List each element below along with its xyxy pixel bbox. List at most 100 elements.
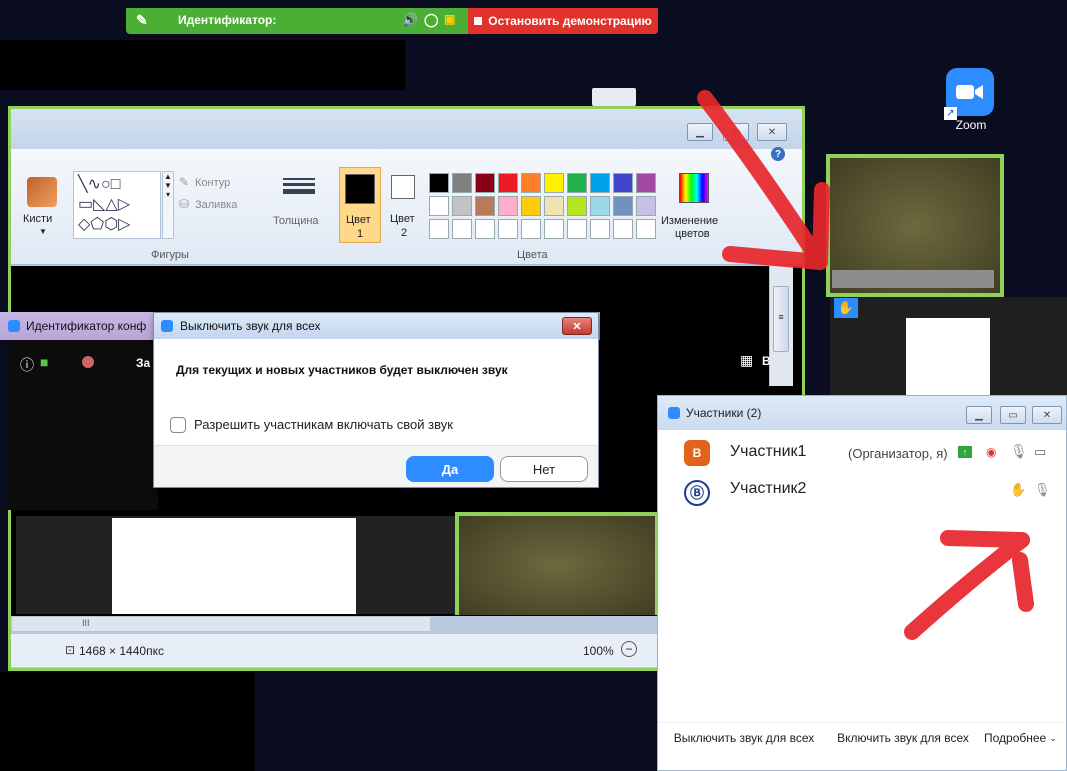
close-button[interactable]: ✕ [757,123,787,141]
horizontal-scrollbar[interactable]: III [11,616,431,632]
paint-ribbon: Кисти ▼ ╲∿○□ ▭◺△▷ ◇⬠⬡▷ ▲ ▼ ▾ ✎ Контур ⛁ За… [11,149,802,265]
outline-button[interactable]: Контур [195,177,230,189]
color1-button[interactable]: Цвет 1 [339,167,381,243]
palette-swatch[interactable] [452,173,472,193]
shapes-gallery[interactable]: ╲∿○□ ▭◺△▷ ◇⬠⬡▷ [73,171,161,239]
palette-swatch[interactable] [498,196,518,216]
palette-swatch-empty[interactable] [567,219,587,239]
palette-swatch[interactable] [590,196,610,216]
dialog-close-button[interactable]: ✕ [562,317,592,335]
lock-icon[interactable]: ▣ [444,12,455,26]
palette-swatch-empty[interactable] [636,219,656,239]
palette-swatch[interactable] [636,196,656,216]
line-shape-icon: ╲∿○□ [78,176,121,193]
brushes-tool[interactable]: Кисти ▼ [19,171,67,241]
palette-swatch[interactable] [544,196,564,216]
more-label: Подробнее [984,731,1047,745]
fill-button[interactable]: Заливка [195,199,237,211]
thickness-button[interactable]: Толщина [273,215,319,227]
allow-unmute-checkbox[interactable] [170,417,186,433]
more-button[interactable]: Подробнее ⌄ [984,724,1066,752]
palette-swatch-empty[interactable] [475,219,495,239]
rainbow-palette-icon [679,173,709,203]
palette-swatch-empty[interactable] [521,219,541,239]
palette-swatch-empty[interactable] [613,219,633,239]
help-icon[interactable]: ? [771,147,785,161]
palette-swatch[interactable] [567,196,587,216]
desktop-dark-patch [0,672,255,771]
zoom-desktop-icon-label: Zoom [955,118,987,132]
vertical-scrollbar[interactable]: ≡ [769,266,793,386]
palette-swatch[interactable] [429,173,449,193]
allow-unmute-label[interactable]: Разрешить участникам включать свой звук [194,417,453,432]
unmute-all-button[interactable]: Включить звук для всех [828,724,978,752]
palette-swatch[interactable] [452,196,472,216]
dropdown-arrow-icon: ▼ [39,227,47,236]
screen-share-bar: ✎ Идентификатор: 🔊 ◯ ▣ Остановить демонс… [126,8,658,34]
edit-colors-label-2: цветов [675,228,710,240]
video-icon[interactable]: ▭ [1034,444,1046,460]
canvas-dimensions: 1468 × 1440пкс [79,644,164,658]
color2-number: 2 [401,227,408,239]
recording-icon [82,356,94,368]
palette-swatch[interactable] [613,196,633,216]
palette-swatch[interactable] [544,173,564,193]
palette-swatch[interactable] [567,173,587,193]
maximize-button[interactable]: ▭ [723,123,749,141]
palette-swatch-empty[interactable] [452,219,472,239]
yes-button[interactable]: Да [406,456,494,482]
participants-minimize-button[interactable]: ▁ [966,406,992,424]
shapes-scroll[interactable]: ▲ ▼ ▾ [162,171,174,239]
meeting-lock-icon[interactable]: ■ [40,354,48,370]
participants-panel: Участники (2) ▁ ▭ ✕ B Участник1 (Организ… [657,395,1067,771]
color2-button[interactable]: Цвет 2 [387,167,425,243]
palette-swatch[interactable] [475,173,495,193]
palette-swatch[interactable] [475,196,495,216]
colors-group-label: Цвета [517,249,548,261]
chevron-down-icon: ⌄ [1049,732,1057,743]
pin-icon[interactable]: ✎ [136,12,148,29]
palette-swatch-empty[interactable] [590,219,610,239]
participants-close-button[interactable]: ✕ [1032,406,1062,424]
avatar: B [684,440,710,466]
participant-row[interactable]: B Участник1 (Организатор, я) ↑ ◉ 🎙 ▭ [658,434,1066,472]
vertical-scroll-thumb[interactable]: ≡ [773,286,789,352]
palette-swatch[interactable] [521,196,541,216]
dialog-titlebar: Выключить звук для всех [154,313,598,339]
palette-swatch[interactable] [429,196,449,216]
palette-swatch[interactable] [590,173,610,193]
palette-swatch[interactable] [636,173,656,193]
palette-swatch-empty[interactable] [498,219,518,239]
paint-titlebar: ▁ ▭ ✕ [11,109,802,149]
stop-sharing-label: Остановить демонстрацию [488,14,652,28]
palette-swatch[interactable] [613,173,633,193]
palette-swatch-empty[interactable] [429,219,449,239]
meeting-tile-white [112,518,356,614]
participant-row[interactable]: Ⓑ Участник2 ✋ 🎙 [658,474,1066,512]
edit-colors-label-1: Изменение [661,215,719,227]
info-icon[interactable]: ◯ [424,12,439,28]
microphone-icon[interactable]: 🎙 [1010,443,1028,460]
audio-icon[interactable]: 🔊 [402,12,418,28]
palette-swatch[interactable] [521,173,541,193]
zoom-out-button[interactable]: − [621,641,637,657]
meeting-info-icon[interactable]: ⓘ [20,355,34,375]
zoom-desktop-icon[interactable]: ↗ [944,68,994,120]
participants-title: Участники (2) [686,406,762,420]
color1-swatch [345,174,375,204]
share-screen-icon: ↑ [958,446,972,458]
video-tile-namebar [832,270,994,288]
no-button[interactable]: Нет [500,456,588,482]
palette-swatch-empty[interactable] [544,219,564,239]
raise-hand-icon: ✋ [834,298,858,318]
microphone-icon[interactable]: 🎙 [1034,482,1051,498]
gallery-view-icon[interactable]: ▦ [740,352,753,369]
edit-colors-button[interactable]: Изменение цветов [661,167,731,247]
video-tile-white [906,318,990,395]
stop-sharing-button[interactable]: Остановить демонстрацию [468,8,658,34]
minimize-button[interactable]: ▁ [687,123,713,141]
palette-swatch[interactable] [498,173,518,193]
participants-maximize-button[interactable]: ▭ [1000,406,1026,424]
scroll-grip: III [82,618,90,628]
mute-all-button[interactable]: Выключить звук для всех [664,724,824,752]
